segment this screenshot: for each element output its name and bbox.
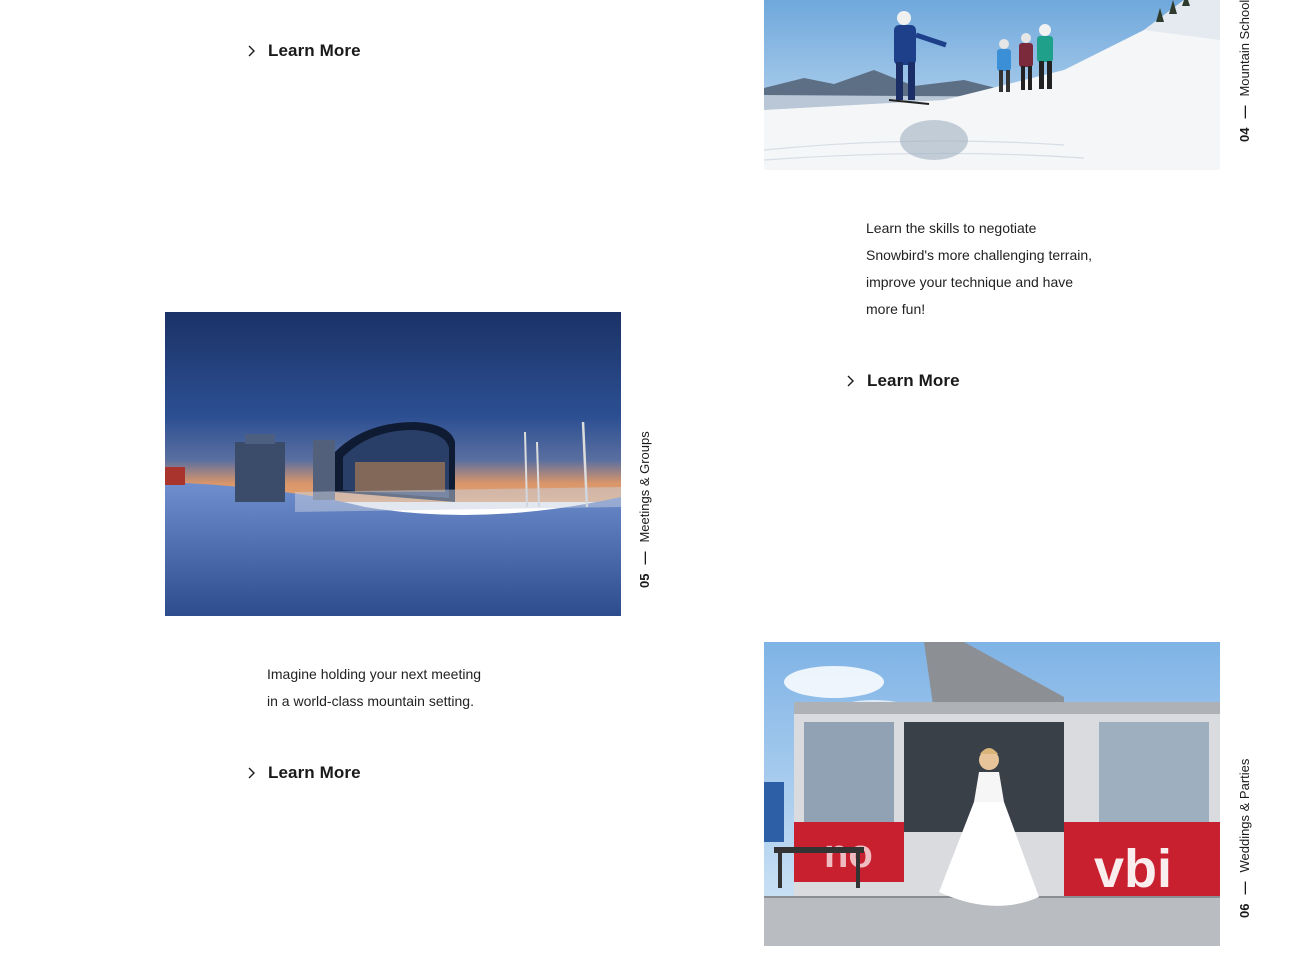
wedding-tram-photo: vbi no [764, 642, 1220, 946]
description-line: more fun! [866, 301, 926, 317]
section-dash: — [1237, 881, 1252, 895]
learn-more-ski-school-link[interactable]: Learn More [844, 371, 960, 391]
section-number: 04 [1237, 127, 1252, 142]
description-line: Snowbird's more challenging terrain, [866, 247, 1093, 263]
section-dash: — [1237, 105, 1252, 119]
description-line: improve your technique and have [866, 274, 1074, 290]
meetings-venue-photo [165, 312, 621, 616]
learn-more-label: Learn More [268, 763, 361, 782]
learn-more-previous-link[interactable]: Learn More [245, 41, 361, 61]
learn-more-meetings-link[interactable]: Learn More [245, 763, 361, 783]
learn-more-label: Learn More [867, 371, 960, 390]
section-label-mountain-school: 04 — Mountain School [1237, 0, 1252, 142]
chevron-right-icon [248, 767, 255, 779]
svg-text:no: no [824, 832, 873, 876]
section-label-meetings: 05 — Meetings & Groups [637, 431, 652, 588]
description-line: Learn the skills to negotiate [866, 220, 1037, 236]
section-title: Mountain School [1237, 0, 1252, 97]
section-dash: — [637, 551, 652, 565]
ski-lesson-photo [764, 0, 1220, 170]
description-line: Imagine holding your next meeting [267, 666, 482, 682]
section-number: 05 [637, 573, 652, 588]
ski-school-description: Learn the skills to negotiate Snowbird's… [866, 215, 1136, 323]
meetings-description: Imagine holding your next meeting in a w… [267, 661, 537, 715]
section-title: Meetings & Groups [637, 431, 652, 543]
description-line: in a world-class mountain setting. [267, 693, 474, 709]
section-number: 06 [1237, 903, 1252, 918]
section-title: Weddings & Parties [1237, 758, 1252, 873]
learn-more-label: Learn More [268, 41, 361, 60]
svg-text:vbi: vbi [1094, 839, 1172, 899]
chevron-right-icon [847, 375, 854, 387]
chevron-right-icon [248, 45, 255, 57]
section-label-weddings: 06 — Weddings & Parties [1237, 759, 1252, 918]
